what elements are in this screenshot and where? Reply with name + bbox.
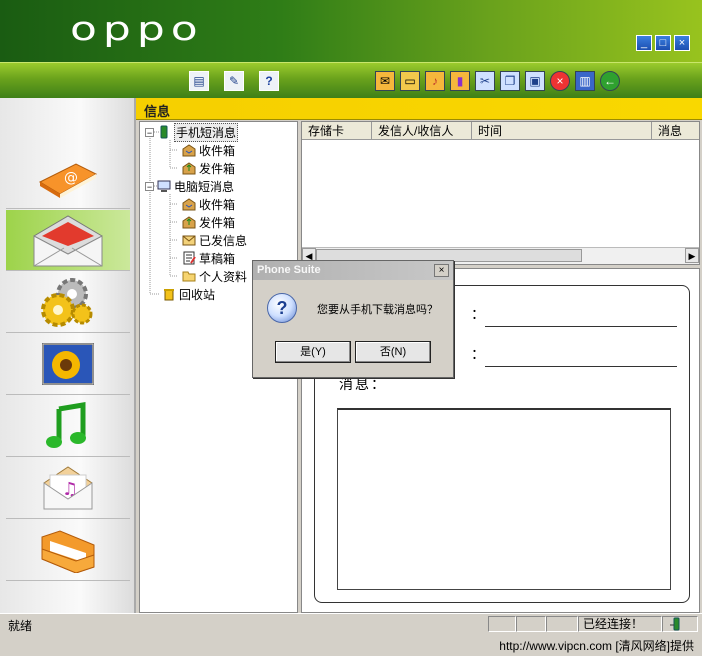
sidebar-item-settings[interactable] — [6, 272, 130, 333]
tree-node-phone-inbox[interactable]: 收件箱 — [182, 142, 235, 158]
tree-label: 电脑短消息 — [174, 179, 235, 194]
footer-credit: http://www.vipcn.com [清风网络]提供 — [499, 639, 694, 653]
back-icon[interactable]: ← — [600, 71, 620, 91]
edit-icon[interactable]: ✎ — [224, 71, 244, 91]
connection-pane — [662, 616, 698, 632]
mail-music-icon[interactable]: ♪ — [425, 71, 445, 91]
dialog-title: Phone Suite — [257, 264, 321, 276]
tree-label: 发件箱 — [199, 161, 236, 176]
sunflower-photo-icon — [42, 343, 94, 385]
collapse-toggle[interactable]: − — [145, 127, 154, 137]
tree-node-pc-messages[interactable]: − 电脑短消息 — [145, 178, 234, 194]
tree-node-recycle[interactable]: 回收站 — [162, 286, 215, 302]
field-colon: ： — [471, 306, 485, 322]
computer-icon — [157, 179, 171, 193]
title-bar: oppo _ □ × — [0, 0, 702, 62]
field-underline-time — [485, 366, 677, 367]
column-header-time[interactable]: 时间 — [472, 122, 652, 140]
window-controls: _ □ × — [636, 35, 690, 51]
folder-icon — [41, 530, 95, 573]
message-list: 存储卡 发信人/收信人 时间 消息 ◀ ▶ — [301, 121, 700, 265]
folder-icon — [182, 269, 196, 283]
at-book-icon: @ — [38, 163, 98, 198]
status-pane — [488, 616, 516, 632]
toolbar: ▤ ✎ ? ✉ ▭ ♪ ▮ ✂ ❐ ▣ × ▥ ← — [0, 62, 702, 98]
no-button[interactable]: 否(N) — [355, 341, 431, 363]
gears-icon — [41, 278, 93, 327]
sidebar: @ ♫ — [0, 98, 136, 614]
paste-icon[interactable]: ▣ — [525, 71, 545, 91]
tree-node-pc-sent[interactable]: 已发信息 — [182, 232, 247, 248]
sidebar-item-files[interactable] — [6, 520, 130, 581]
message-body-box[interactable] — [337, 408, 671, 590]
outbox-icon — [182, 161, 196, 175]
collapse-toggle[interactable]: − — [145, 181, 154, 191]
yes-button[interactable]: 是(Y) — [275, 341, 351, 363]
scissors-icon[interactable]: ✂ — [475, 71, 495, 91]
music-mail-icon: ♫ — [43, 466, 93, 510]
tree-label: 手机短消息 — [174, 122, 239, 142]
field-colon: ： — [471, 346, 485, 362]
section-header: 信息 — [136, 98, 702, 120]
sent-mail-icon — [182, 233, 196, 247]
tree-node-phone-outbox[interactable]: 发件箱 — [182, 160, 235, 176]
connection-status: 已经连接！ — [578, 616, 662, 632]
tree-node-pc-personal[interactable]: 个人资料 — [182, 268, 247, 284]
field-underline-sender — [485, 326, 677, 327]
status-pane — [546, 616, 578, 632]
phone-icon — [157, 125, 171, 139]
question-icon: ? — [267, 293, 297, 323]
maximize-icon[interactable]: □ — [655, 35, 671, 51]
tree-node-pc-inbox[interactable]: 收件箱 — [182, 196, 235, 212]
tree-node-pc-drafts[interactable]: 草稿箱 — [182, 250, 235, 266]
sidebar-item-music[interactable] — [6, 396, 130, 457]
sidebar-item-ringtones[interactable]: ♫ — [6, 458, 130, 519]
close-icon[interactable]: × — [674, 35, 690, 51]
recycle-bin-icon — [162, 287, 176, 301]
mail-chart-icon[interactable]: ▮ — [450, 71, 470, 91]
svg-text:@: @ — [64, 170, 78, 186]
phone-connected-icon — [670, 617, 680, 631]
tree-label: 收件箱 — [199, 143, 236, 158]
column-header-message[interactable]: 消息 — [652, 122, 699, 140]
tree-label: 草稿箱 — [199, 251, 236, 266]
inbox-icon — [182, 143, 196, 157]
tree-label: 收件箱 — [199, 197, 236, 212]
sidebar-item-email[interactable]: @ — [6, 148, 130, 209]
confirm-dialog: Phone Suite × ? 您要从手机下载消息吗？ 是(Y) 否(N) — [252, 260, 454, 378]
footer: http://www.vipcn.com [清风网络]提供 — [0, 633, 702, 656]
status-text: 就绪 — [8, 619, 33, 633]
envelope-open-icon — [33, 215, 103, 267]
column-header-contact[interactable]: 发信人/收信人 — [372, 122, 472, 140]
tree-label: 已发信息 — [199, 233, 248, 248]
column-header-storage[interactable]: 存储卡 — [302, 122, 372, 140]
folder-open-icon[interactable]: ▭ — [400, 71, 420, 91]
envelope-icon[interactable]: ✉ — [375, 71, 395, 91]
tree-label: 回收站 — [179, 287, 216, 302]
outbox-icon — [182, 215, 196, 229]
tree-node-phone-messages[interactable]: − 手机短消息 — [145, 122, 239, 142]
sidebar-item-images[interactable] — [6, 334, 130, 395]
tree-label: 发件箱 — [199, 215, 236, 230]
inbox-icon — [182, 197, 196, 211]
sidebar-item-messages[interactable] — [6, 210, 130, 271]
copy-icon[interactable]: ❐ — [500, 71, 520, 91]
dialog-message: 您要从手机下载消息吗？ — [317, 304, 438, 316]
status-pane — [516, 616, 546, 632]
minimize-icon[interactable]: _ — [636, 35, 652, 51]
dialog-title-bar: Phone Suite × — [253, 261, 453, 280]
book-icon[interactable]: ▥ — [575, 71, 595, 91]
section-title: 信息 — [144, 104, 171, 119]
draft-icon — [182, 251, 196, 265]
tree-label: 个人资料 — [199, 269, 248, 284]
scroll-right-icon[interactable]: ▶ — [685, 248, 699, 263]
delete-icon[interactable]: × — [550, 71, 570, 91]
oppo-logo: oppo — [70, 10, 204, 49]
tree-node-pc-outbox[interactable]: 发件箱 — [182, 214, 235, 230]
dialog-close-icon[interactable]: × — [434, 264, 449, 277]
document-icon[interactable]: ▤ — [189, 71, 209, 91]
status-bar: 就绪 已经连接！ — [0, 613, 702, 633]
music-note-icon — [46, 402, 86, 448]
help-icon[interactable]: ? — [259, 71, 279, 91]
